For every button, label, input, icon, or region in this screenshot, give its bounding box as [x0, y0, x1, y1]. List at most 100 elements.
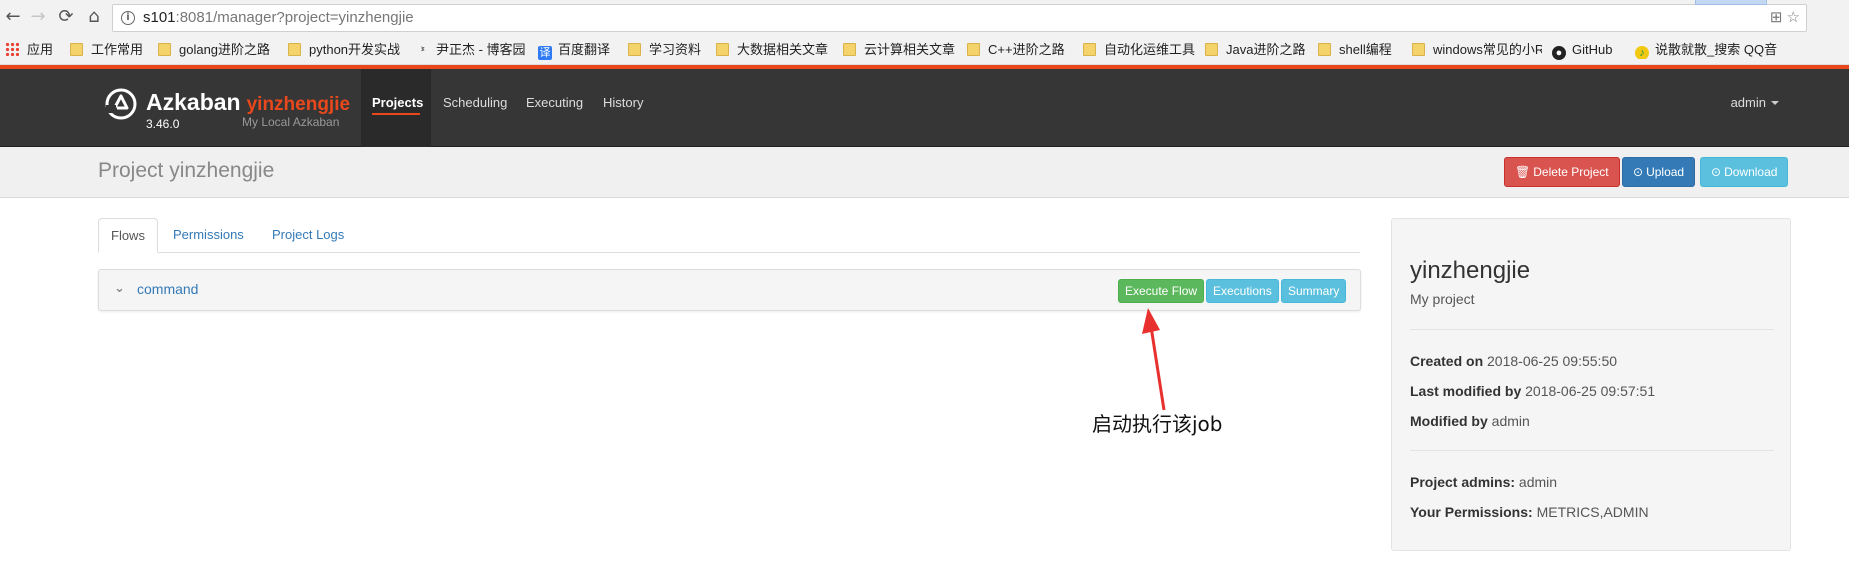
url-path: :8081/manager?project=yinzhengjie: [175, 9, 414, 26]
tab-flows[interactable]: Flows: [98, 218, 158, 253]
upload-button[interactable]: ⊙ Upload: [1622, 157, 1696, 187]
azkaban-logo-icon[interactable]: [104, 87, 138, 121]
reload-icon[interactable]: ⟳: [55, 6, 77, 28]
bookmark-translate[interactable]: 译百度翻译: [538, 41, 611, 60]
tab-label: Permissions: [173, 227, 244, 242]
bookmark-label: 学习资料: [649, 42, 702, 57]
bookmark-folder[interactable]: 自动化运维工具: [1083, 41, 1195, 59]
nav-label: History: [603, 95, 644, 110]
bookmark-label: 说散就散_搜索 QQ音: [1655, 42, 1778, 57]
github-icon: ●: [1552, 46, 1566, 60]
tab-project-logs[interactable]: Project Logs: [260, 218, 356, 253]
button-label: Upload: [1646, 165, 1685, 179]
nav-executing[interactable]: Executing: [515, 69, 594, 147]
back-icon[interactable]: ←: [2, 6, 24, 28]
version-label: 3.46.0: [146, 117, 180, 131]
summary-button[interactable]: Summary: [1281, 279, 1347, 303]
app-header: Azkaban yinzhengjie 3.46.0 My Local Azkab…: [0, 69, 1849, 147]
nav-label: Projects: [372, 95, 424, 110]
admins-value: admin: [1518, 474, 1558, 490]
modified-by-label: Modified by: [1410, 413, 1488, 429]
bookmark-label: golang进阶之路: [179, 42, 271, 57]
download-button[interactable]: ⊙ Download: [1700, 157, 1789, 187]
browser-toolbar: ← → ⟳ ⌂ i s101:8081/manager?project=yinz…: [0, 0, 1849, 35]
bookmark-folder[interactable]: C++进阶之路: [967, 41, 1065, 59]
modified-by-row: Modified by admin: [1410, 413, 1530, 429]
url-host: s101: [143, 9, 176, 26]
folder-icon: [1412, 43, 1425, 56]
nav-label: Scheduling: [443, 95, 508, 110]
permissions-row: Your Permissions: METRICS,ADMIN: [1410, 504, 1649, 520]
project-info-panel: yinzhengjie My project Created on 2018-0…: [1391, 218, 1791, 551]
chevron-down-icon[interactable]: ⌄: [114, 281, 125, 296]
brand-subtitle: My Local Azkaban: [242, 115, 340, 129]
bookmark-folder[interactable]: shell编程: [1318, 41, 1392, 59]
brand[interactable]: Azkaban yinzhengjie: [146, 89, 350, 116]
bookmark-label: 尹正杰 - 博客园: [436, 42, 526, 57]
bookmark-folder[interactable]: golang进阶之路: [158, 41, 270, 59]
executions-button[interactable]: Executions: [1206, 279, 1279, 303]
bookmark-folder[interactable]: 学习资料: [628, 41, 701, 59]
nav-projects[interactable]: Projects: [361, 69, 431, 147]
qq-music-icon: ♪: [1635, 46, 1649, 59]
delete-project-button[interactable]: 🗑 Delete Project: [1504, 157, 1620, 187]
created-value: 2018-06-25 09:55:50: [1487, 353, 1618, 369]
bookmark-folder[interactable]: 大数据相关文章: [716, 41, 828, 59]
brand-project: yinzhengjie: [246, 94, 351, 115]
button-label: Delete Project: [1533, 165, 1609, 179]
user-menu[interactable]: admin: [1731, 69, 1779, 137]
bookmark-folder[interactable]: 工作常用: [70, 41, 143, 59]
info-icon[interactable]: i: [121, 11, 135, 25]
bookmark-label: GitHub: [1572, 42, 1613, 57]
bookmark-label: 大数据相关文章: [737, 42, 829, 57]
admins-label: Project admins:: [1410, 474, 1516, 490]
last-modified-row: Last modified by 2018-06-25 09:57:51: [1410, 383, 1655, 399]
permissions-label: Your Permissions:: [1410, 504, 1533, 520]
bookmark-folder[interactable]: python开发实战: [288, 41, 400, 59]
caret-down-icon: [1771, 101, 1779, 105]
bookmark-label: 应用: [27, 42, 54, 57]
nav-label: Executing: [526, 95, 584, 110]
download-icon: ⊙: [1711, 165, 1722, 179]
folder-icon: [1083, 43, 1096, 56]
home-icon[interactable]: ⌂: [83, 6, 105, 28]
project-description: My project: [1410, 291, 1475, 307]
bookmark-apps[interactable]: 应用: [5, 41, 53, 59]
bookmark-label: shell编程: [1339, 42, 1392, 57]
bookmark-github[interactable]: ● GitHub: [1552, 41, 1613, 60]
annotation-arrow-icon: [1142, 308, 1166, 411]
nav-history[interactable]: History: [592, 69, 654, 147]
address-bar[interactable]: i s101:8081/manager?project=yinzhengjie …: [112, 4, 1807, 32]
bookmark-label: Java进阶之路: [1226, 42, 1306, 57]
modified-value: 2018-06-25 09:57:51: [1525, 383, 1656, 399]
nav-scheduling[interactable]: Scheduling: [432, 69, 518, 147]
bookmark-qq-music[interactable]: ♪ 说散就散_搜索 QQ音: [1635, 41, 1849, 59]
folder-icon: [1318, 43, 1331, 56]
bookmark-label: windows常见的小R: [1433, 42, 1542, 57]
translate-star-icons[interactable]: ⊞ ☆: [1770, 5, 1800, 31]
trash-icon: 🗑: [1515, 165, 1531, 179]
bookmark-folder[interactable]: 云计算相关文章: [843, 41, 955, 59]
folder-icon: [1205, 43, 1218, 56]
tab-permissions[interactable]: Permissions: [161, 218, 256, 253]
nav-active-underline: [372, 113, 420, 115]
folder-icon: [158, 43, 171, 56]
project-admins-row: Project admins: admin: [1410, 474, 1557, 490]
divider: [1410, 329, 1774, 330]
button-label: Download: [1724, 165, 1778, 179]
bookmark-folder[interactable]: Java进阶之路: [1205, 41, 1305, 59]
divider: [1410, 450, 1774, 451]
bookmarks-bar: 应用 工作常用 golang进阶之路 python开发实战 ᕑ 尹正杰 - 博客园…: [0, 35, 1849, 65]
permissions-value: METRICS,ADMIN: [1536, 504, 1649, 520]
translate-icon: 译: [538, 46, 552, 60]
bookmark-folder[interactable]: windows常见的小R: [1412, 41, 1542, 59]
folder-icon: [628, 43, 641, 56]
bookmark-cnblogs[interactable]: ᕑ 尹正杰 - 博客园: [416, 41, 526, 60]
forward-icon[interactable]: →: [27, 6, 49, 28]
bookmark-label: 百度翻译: [558, 42, 611, 57]
url-text: s101:8081/manager?project=yinzhengjie: [143, 5, 414, 31]
created-label: Created on: [1410, 353, 1484, 369]
flow-name-link[interactable]: command: [137, 281, 198, 297]
page-title: Project yinzhengjie: [98, 159, 275, 182]
brand-name: Azkaban: [146, 89, 241, 115]
